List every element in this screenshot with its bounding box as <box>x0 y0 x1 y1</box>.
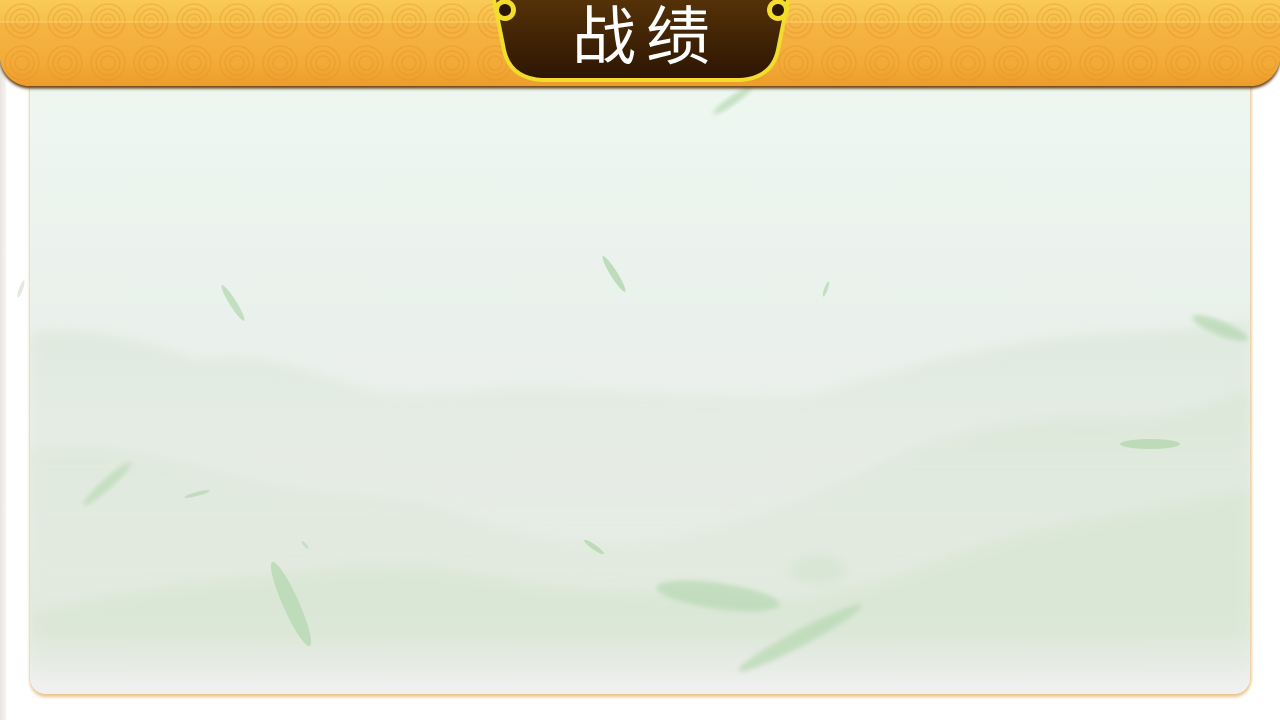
page-title: 战绩 <box>572 1 720 75</box>
record-panel <box>30 70 1250 694</box>
panel-background-art <box>30 85 1250 694</box>
left-edge <box>0 0 6 720</box>
game-record-screen: 战绩 <box>0 0 1280 720</box>
stray-leaf <box>17 280 25 298</box>
